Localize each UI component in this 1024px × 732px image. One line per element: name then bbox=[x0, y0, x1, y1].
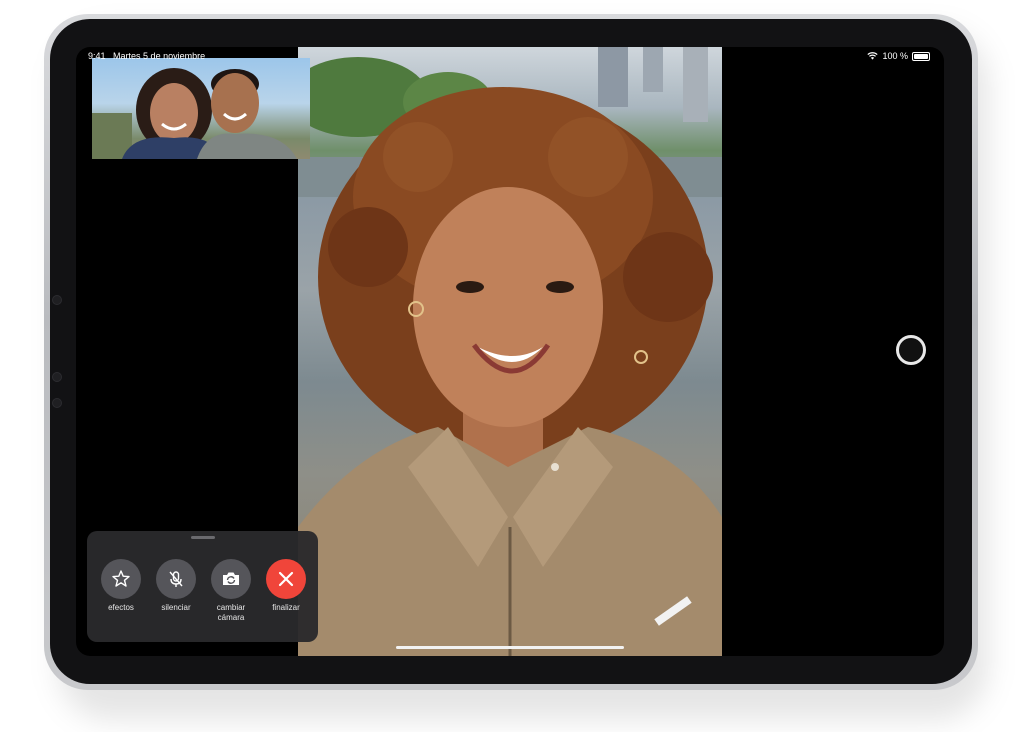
flip-camera-label: cambiar cámara bbox=[216, 603, 246, 622]
end-call-label: finalizar bbox=[272, 603, 300, 612]
status-right: 100 % bbox=[867, 51, 930, 61]
remote-caller-image bbox=[298, 47, 722, 656]
effects-circle[interactable] bbox=[101, 559, 141, 599]
remote-video[interactable] bbox=[298, 47, 722, 656]
self-view-video[interactable] bbox=[92, 58, 310, 159]
effects-label: efectos bbox=[108, 603, 134, 612]
close-x-icon bbox=[278, 571, 294, 587]
call-controls-panel: efectos silenciar cambiar cámara finaliz… bbox=[87, 531, 318, 642]
status-time: 9:41 bbox=[88, 51, 106, 61]
effects-button[interactable]: efectos bbox=[94, 559, 148, 613]
self-view-image bbox=[92, 68, 297, 159]
facetime-screen: 9:41 Martes 5 de noviembre 100 % efectos… bbox=[76, 47, 944, 656]
panel-grabber[interactable] bbox=[191, 536, 215, 539]
mute-button[interactable]: silenciar bbox=[149, 559, 203, 613]
wifi-icon bbox=[867, 52, 879, 60]
end-call-button[interactable]: finalizar bbox=[259, 559, 313, 613]
status-left: 9:41 Martes 5 de noviembre bbox=[88, 51, 210, 61]
flip-camera-button[interactable]: cambiar cámara bbox=[204, 559, 258, 623]
camera-dot bbox=[52, 295, 62, 305]
star-effects-icon bbox=[112, 570, 130, 587]
camera-dot bbox=[52, 372, 62, 382]
status-bar: 9:41 Martes 5 de noviembre 100 % bbox=[76, 47, 944, 65]
mic-slash-icon bbox=[169, 571, 183, 587]
mute-circle[interactable] bbox=[156, 559, 196, 599]
camera-dot bbox=[52, 398, 62, 408]
mute-label: silenciar bbox=[161, 603, 191, 612]
camera-rotate-icon bbox=[223, 572, 239, 585]
battery-icon bbox=[912, 51, 930, 61]
battery-percent: 100 % bbox=[882, 51, 908, 61]
status-date: Martes 5 de noviembre bbox=[113, 51, 206, 61]
assistive-touch-button[interactable] bbox=[896, 335, 926, 365]
end-call-circle[interactable] bbox=[266, 559, 306, 599]
home-indicator[interactable] bbox=[396, 646, 624, 649]
flip-camera-circle[interactable] bbox=[211, 559, 251, 599]
